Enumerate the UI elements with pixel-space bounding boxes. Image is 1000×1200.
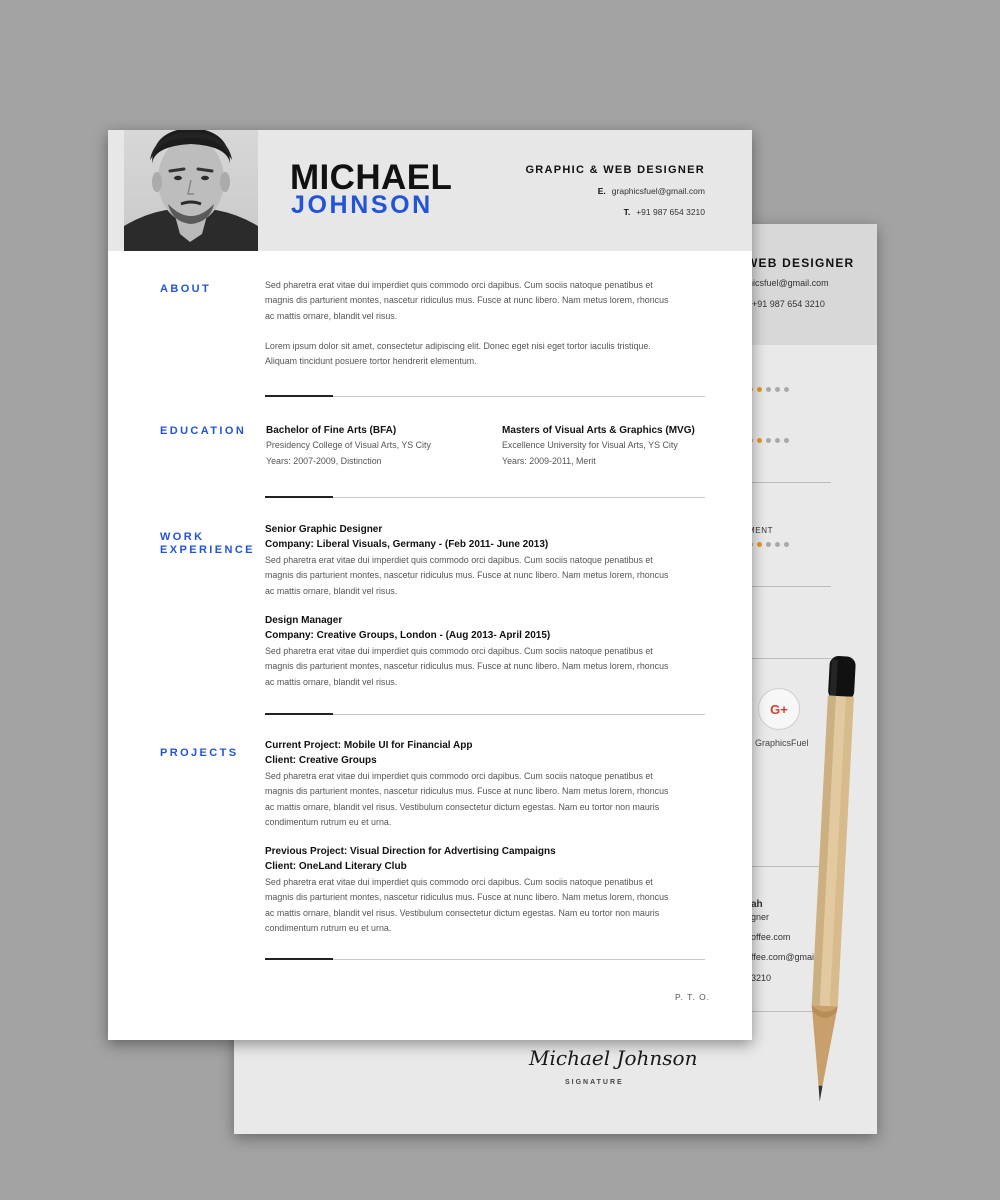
project-title: Previous Project: Visual Direction for A… — [265, 846, 556, 857]
job-title: GRAPHIC & WEB DESIGNER — [525, 164, 705, 176]
phone-value: +91 987 654 3210 — [636, 207, 705, 217]
rating-dot-empty — [766, 387, 771, 392]
back-job-title: WEB DESIGNER — [746, 256, 855, 270]
email-value[interactable]: graphicsfuel@gmail.com — [612, 186, 705, 196]
divider-accent — [265, 958, 333, 960]
school-name: Excellence University for Visual Arts, Y… — [502, 440, 678, 451]
about-heading: ABOUT — [160, 283, 212, 295]
skill-rating — [748, 438, 789, 443]
text-line: ac mattis ornare, blandit vel risus. — [265, 585, 398, 596]
rating-dot-empty — [766, 542, 771, 547]
phone-prefix: T. — [623, 207, 631, 217]
project-description: Sed pharetra erat vitae dui imperdiet qu… — [265, 875, 705, 937]
text-line: magnis dis parturient montes, nascetur r… — [265, 661, 669, 672]
text-line: Sed pharetra erat vitae dui imperdiet qu… — [265, 771, 653, 781]
heading-line: WORK — [160, 531, 205, 543]
skill-rating — [748, 542, 789, 547]
text-line: ac mattis ornare, blandit vel risus. Ves… — [265, 907, 660, 918]
education-item: Masters of Visual Arts & Graphics (MVG) … — [502, 423, 695, 469]
text-line: condimentum rutrum eu et urna. — [265, 817, 392, 828]
project-client: Client: OneLand Literary Club — [265, 861, 407, 872]
rating-dot-empty — [784, 542, 789, 547]
education-item: Bachelor of Fine Arts (BFA) Presidency C… — [266, 423, 431, 469]
job-description: Sed pharetra erat vitae dui imperdiet qu… — [265, 553, 705, 599]
first-name: MICHAEL — [290, 158, 453, 197]
text-line: magnis dis parturient montes, nascetur r… — [265, 295, 669, 306]
section-divider — [265, 395, 705, 397]
projects-heading: PROJECTS — [160, 747, 239, 759]
education-years: Years: 2007-2009, Distinction — [266, 455, 382, 466]
reference-phone: 3210 — [751, 973, 772, 983]
text-line: condimentum rutrum eu et urna. — [265, 923, 392, 934]
divider-accent — [265, 395, 333, 397]
google-plus-icon[interactable]: G+ — [758, 688, 800, 730]
rating-dot-empty — [775, 542, 780, 547]
about-text-2: Lorem ipsum dolor sit amet, consectetur … — [265, 339, 705, 370]
rating-dot-empty — [766, 438, 771, 443]
text-line: Sed pharetra erat vitae dui imperdiet qu… — [265, 555, 653, 565]
portrait-image — [124, 130, 258, 251]
signature: Michael Johnson — [529, 1046, 698, 1070]
back-divider — [751, 586, 831, 587]
text-line: magnis dis parturient montes, nascetur r… — [265, 786, 669, 797]
job-role: Design Manager — [265, 615, 343, 626]
work-experience-heading: WORK EXPERIENCE — [160, 531, 255, 557]
project-title: Current Project: Mobile UI for Financial… — [265, 740, 473, 751]
project-client: Client: Creative Groups — [265, 755, 377, 766]
last-name: JOHNSON — [291, 191, 433, 219]
about-text: Sed pharetra erat vitae dui imperdiet qu… — [265, 278, 705, 324]
rating-dot-empty — [775, 387, 780, 392]
skill-rating — [748, 387, 789, 392]
heading-line: EXPERIENCE — [160, 544, 255, 556]
profile-photo — [124, 130, 258, 251]
rating-dot-empty — [784, 387, 789, 392]
rating-dot-filled — [757, 542, 762, 547]
text-line: ac mattis ornare, blandit vel risus. — [265, 676, 398, 687]
section-divider — [265, 713, 705, 715]
job-role: Senior Graphic Designer — [265, 524, 383, 535]
text-line: magnis dis parturient montes, nascetur r… — [265, 892, 669, 903]
rating-dot-empty — [775, 438, 780, 443]
education-heading: EDUCATION — [160, 425, 247, 437]
education-years: Years: 2009-2011, Merit — [502, 455, 596, 466]
pencil-illustration — [811, 656, 856, 1102]
degree-title: Bachelor of Fine Arts (BFA) — [266, 425, 397, 436]
text-line: Aliquam tincidunt posuere tortor hendrer… — [265, 356, 477, 367]
back-phone: +91 987 654 3210 — [752, 299, 825, 309]
reference-role: gner — [751, 912, 770, 922]
job-company: Company: Liberal Visuals, Germany - (Feb… — [265, 539, 549, 550]
email-prefix: E. — [597, 186, 606, 196]
text-line: ac mattis ornare, blandit vel risus. — [265, 310, 398, 321]
rating-dot-filled — [757, 387, 762, 392]
section-divider — [265, 958, 705, 960]
text-line: Sed pharetra erat vitae dui imperdiet qu… — [265, 646, 653, 656]
job-description: Sed pharetra erat vitae dui imperdiet qu… — [265, 644, 705, 690]
signature-label: SIGNATURE — [565, 1079, 624, 1086]
project-description: Sed pharetra erat vitae dui imperdiet qu… — [265, 769, 705, 831]
divider-accent — [265, 713, 333, 715]
text-line: Lorem ipsum dolor sit amet, consectetur … — [265, 341, 651, 351]
text-line: magnis dis parturient montes, nascetur r… — [265, 570, 669, 581]
reference-email: offee.com — [751, 932, 791, 942]
job-company: Company: Creative Groups, London - (Aug … — [265, 630, 551, 641]
text-line: Sed pharetra erat vitae dui imperdiet qu… — [265, 280, 653, 290]
rating-dot-empty — [784, 438, 789, 443]
school-name: Presidency College of Visual Arts, YS Ci… — [266, 440, 431, 451]
back-email: hicsfuel@gmail.com — [748, 278, 829, 288]
text-line: Sed pharetra erat vitae dui imperdiet qu… — [265, 877, 653, 887]
text-line: ac mattis ornare, blandit vel risus. Ves… — [265, 801, 660, 812]
degree-title: Masters of Visual Arts & Graphics (MVG) — [502, 425, 695, 436]
rating-dot-filled — [757, 438, 762, 443]
back-divider — [751, 482, 831, 483]
contact-email: E. graphicsfuel@gmail.com — [598, 186, 705, 196]
contact-phone: T. +91 987 654 3210 — [624, 207, 705, 217]
page-turn-note: P. T. O. — [675, 992, 711, 1002]
social-label: GraphicsFuel — [755, 738, 809, 748]
divider-accent — [265, 496, 333, 498]
section-divider — [265, 496, 705, 498]
resume-front-page: MICHAEL JOHNSON GRAPHIC & WEB DESIGNER E… — [108, 130, 752, 1040]
reference-name: ah — [751, 899, 763, 910]
